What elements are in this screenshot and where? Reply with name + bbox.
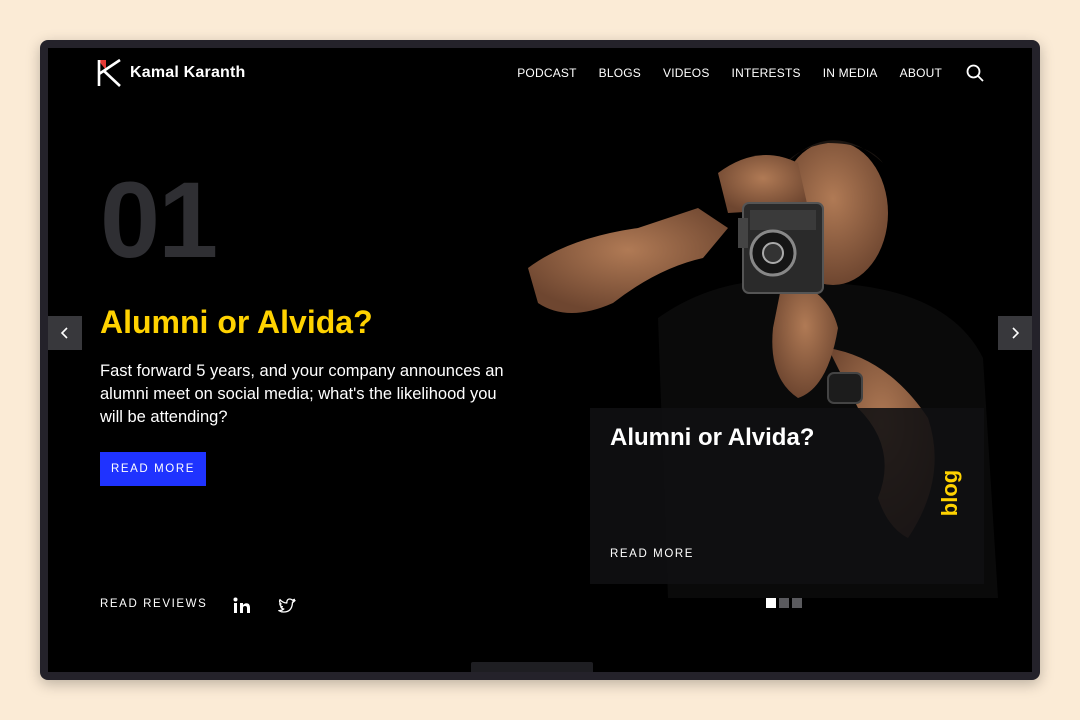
next-slide-button[interactable]	[998, 316, 1032, 350]
carousel-dot-3[interactable]	[792, 598, 802, 608]
partial-section-block	[471, 662, 593, 672]
slide-description: Fast forward 5 years, and your company a…	[100, 362, 504, 426]
website-screen: Kamal Karanth PODCAST BLOGS VIDEOS INTER…	[48, 48, 1032, 672]
nav-blogs[interactable]: BLOGS	[599, 66, 641, 80]
read-reviews-link[interactable]: READ REVIEWS	[100, 598, 207, 610]
slide-title[interactable]: Alumni or Alvida?	[100, 304, 373, 341]
slide-number: 01	[100, 159, 218, 280]
brand-logo[interactable]: Kamal Karanth	[96, 58, 246, 88]
slide-card[interactable]: Alumni or Alvida? blog READ MORE	[590, 408, 984, 584]
nav-videos[interactable]: VIDEOS	[663, 66, 710, 80]
nav-interests[interactable]: INTERESTS	[732, 66, 801, 80]
carousel-dots	[766, 598, 802, 608]
card-category-tag: blog	[937, 469, 962, 517]
brand-name: Kamal Karanth	[130, 64, 246, 81]
chevron-right-icon	[1012, 327, 1020, 339]
search-icon[interactable]	[966, 64, 984, 82]
read-more-button[interactable]: READ MORE	[100, 452, 206, 486]
card-title[interactable]: Alumni or Alvida?	[610, 424, 814, 452]
prev-slide-button[interactable]	[48, 316, 82, 350]
nav-in-media[interactable]: IN MEDIA	[823, 66, 878, 80]
linkedin-icon[interactable]	[232, 596, 252, 616]
twitter-icon[interactable]	[277, 596, 297, 616]
logo-k-icon	[97, 58, 121, 87]
chevron-left-icon	[60, 327, 68, 339]
main-nav: PODCAST BLOGS VIDEOS INTERESTS IN MEDIA …	[517, 64, 984, 82]
card-read-more-link[interactable]: READ MORE	[610, 548, 694, 560]
carousel-dot-2[interactable]	[779, 598, 789, 608]
carousel-dot-1[interactable]	[766, 598, 776, 608]
nav-podcast[interactable]: PODCAST	[517, 66, 576, 80]
nav-about[interactable]: ABOUT	[900, 66, 942, 80]
